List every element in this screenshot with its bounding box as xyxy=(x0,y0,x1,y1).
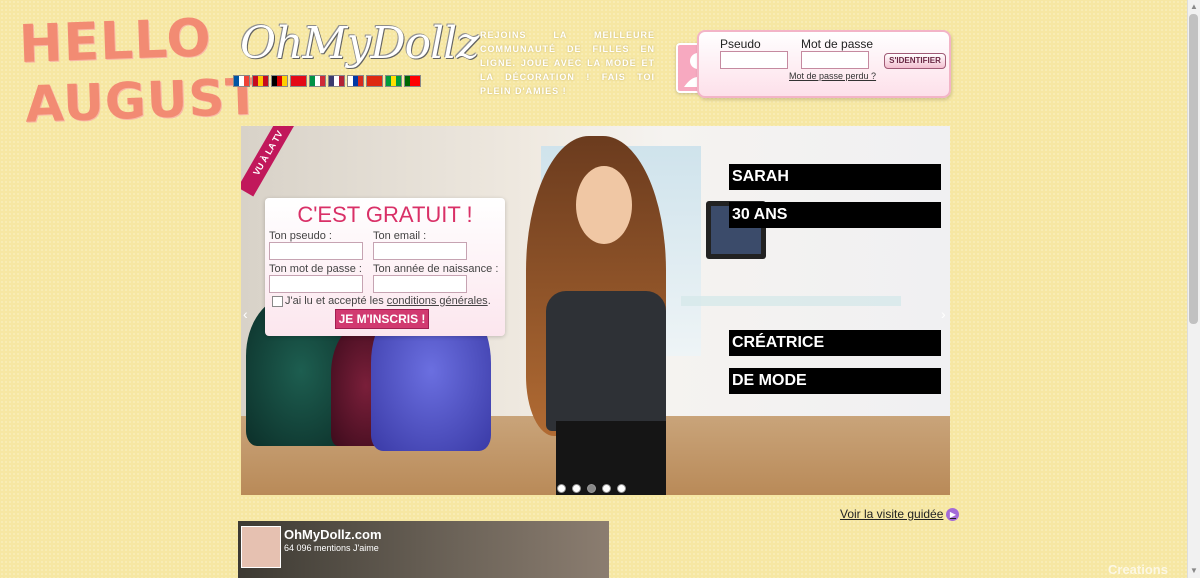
signup-email-label: Ton email : xyxy=(373,230,427,242)
caption-bar-4: DE MODE xyxy=(729,368,941,394)
signup-birthyear-label: Ton année de naissance : xyxy=(373,263,499,275)
es-flag[interactable] xyxy=(252,75,269,87)
slide-dot[interactable] xyxy=(557,484,566,493)
terms-checkbox[interactable] xyxy=(272,296,283,307)
slide-dot-active[interactable] xyxy=(587,484,596,493)
de-flag[interactable] xyxy=(271,75,288,87)
signup-email-input[interactable] xyxy=(373,242,467,260)
decor-line-2: AUGUST xyxy=(24,67,262,134)
login-password-input[interactable] xyxy=(801,51,869,69)
facebook-widget[interactable]: OhMyDollz.com 64 096 mentions J'aime xyxy=(238,521,609,578)
it-flag[interactable] xyxy=(309,75,326,87)
site-tagline: Rejoins la meilleure communauté de fille… xyxy=(480,30,655,96)
caption-bar-1: SARAH xyxy=(729,164,941,190)
login-button[interactable]: S'IDENTIFIER xyxy=(884,53,946,69)
slide-dot[interactable] xyxy=(572,484,581,493)
scroll-up-icon[interactable]: ▲ xyxy=(1190,2,1198,11)
password-label: Mot de passe xyxy=(801,37,874,51)
next-slide-icon[interactable]: › xyxy=(941,306,946,322)
lost-password-link[interactable]: Mot de passe perdu ? xyxy=(789,71,876,81)
fr-flag[interactable] xyxy=(233,75,250,87)
guided-tour-link[interactable]: Voir la visite guidée ▶ xyxy=(840,507,960,521)
prev-slide-icon[interactable]: ‹ xyxy=(243,306,248,322)
terms-suffix: . xyxy=(487,295,491,307)
br-flag[interactable] xyxy=(385,75,402,87)
scroll-down-icon[interactable]: ▼ xyxy=(1190,566,1198,575)
slide-dots xyxy=(557,484,626,493)
tv-ribbon: VU À LA TV xyxy=(241,126,299,197)
terms-text: J'ai lu et accepté les conditions généra… xyxy=(285,295,491,307)
login-pseudo-input[interactable] xyxy=(720,51,788,69)
credit-watermark: Creations xyxy=(1108,562,1168,577)
facebook-page-name[interactable]: OhMyDollz.com xyxy=(284,527,382,542)
terms-prefix: J'ai lu et accepté les xyxy=(285,295,387,307)
tr-flag[interactable] xyxy=(290,75,307,87)
guided-tour-label: Voir la visite guidée xyxy=(840,507,944,521)
signup-title: C'EST GRATUIT ! xyxy=(297,202,473,227)
play-arrow-icon: ▶ xyxy=(946,507,960,521)
signup-form: C'EST GRATUIT ! Ton pseudo : Ton email :… xyxy=(265,198,505,336)
caption-bar-3: CRÉATRICE xyxy=(729,330,941,356)
decor-line-1: HELLO xyxy=(17,8,213,75)
doll-shirt xyxy=(546,291,666,431)
hello-august-decoration: HELLO AUGUST xyxy=(18,8,262,135)
facebook-page-thumbnail[interactable] xyxy=(241,526,281,568)
slide-dot[interactable] xyxy=(617,484,626,493)
language-flags xyxy=(233,75,421,87)
ru-flag[interactable] xyxy=(347,75,364,87)
signup-pseudo-label: Ton pseudo : xyxy=(269,230,332,242)
signup-birthyear-input[interactable] xyxy=(373,275,467,293)
doll-face xyxy=(576,166,632,244)
glass-desk xyxy=(681,296,901,306)
site-logo[interactable]: OhMyDollz xyxy=(240,18,479,69)
us-flag[interactable] xyxy=(328,75,345,87)
scrollbar-thumb[interactable] xyxy=(1189,14,1198,324)
pseudo-label: Pseudo xyxy=(720,37,761,51)
signup-pseudo-input[interactable] xyxy=(269,242,363,260)
terms-link[interactable]: conditions générales xyxy=(387,295,488,307)
pt-flag[interactable] xyxy=(404,75,421,87)
caption-bar-2: 30 ANS xyxy=(729,202,941,228)
signup-password-input[interactable] xyxy=(269,275,363,293)
signup-button[interactable]: JE M'INSCRIS ! xyxy=(335,309,429,329)
cn-flag[interactable] xyxy=(366,75,383,87)
facebook-likes: 64 096 mentions J'aime xyxy=(284,543,379,553)
signup-password-label: Ton mot de passe : xyxy=(269,263,362,275)
slide-dot[interactable] xyxy=(602,484,611,493)
